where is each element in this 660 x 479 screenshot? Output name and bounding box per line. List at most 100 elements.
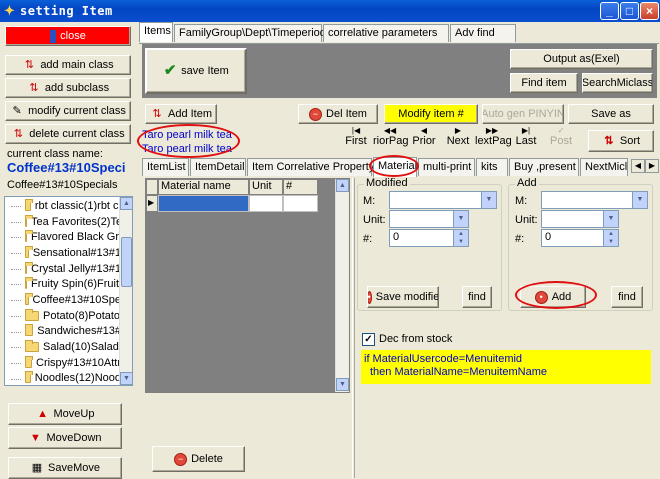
- item-name-primary: Taro pearl milk tea: [142, 129, 232, 141]
- add-item-button[interactable]: ⇅ Add Item: [145, 104, 217, 124]
- close-window-icon[interactable]: ×: [640, 2, 659, 20]
- nav-last[interactable]: ▶| Last: [509, 126, 543, 154]
- modified-find-button[interactable]: find: [462, 286, 492, 308]
- add-main-class-button[interactable]: ⇅ add main class: [5, 55, 131, 75]
- tab-adv-find[interactable]: Adv find: [450, 24, 516, 42]
- tree-item[interactable]: Sandwiches#13#: [5, 324, 121, 340]
- modified-num-input[interactable]: 0 ▲ ▼: [389, 229, 469, 247]
- class-tree[interactable]: rbt classic(1)rbt cl Tea Favorites(2)Te Fl…: [4, 196, 133, 386]
- del-item-button[interactable]: − Del Item: [298, 104, 378, 124]
- tab-next-miclass[interactable]: NextMiclas: [580, 158, 628, 176]
- tab-material[interactable]: Material: [373, 157, 417, 177]
- move-up-button[interactable]: ▲ MoveUp: [8, 403, 122, 425]
- add-main-icon: ⇅: [24, 59, 34, 71]
- save-move-button[interactable]: ▦ SaveMove: [8, 457, 122, 479]
- close-button[interactable]: close: [5, 26, 131, 46]
- nav-next-page[interactable]: ▶▶ lextPag: [475, 126, 512, 154]
- minimize-icon[interactable]: _: [600, 2, 619, 20]
- note-line-2: then MaterialName=MenuitemName: [370, 366, 547, 378]
- record-navigator: |◀ First ◀◀ riorPag ◀ Prior ▶ Next ▶▶ lextPag…: [339, 126, 583, 154]
- move-down-button[interactable]: ▼ MoveDown: [8, 427, 122, 449]
- dec-from-stock-checkbox[interactable]: ✓: [362, 333, 375, 346]
- add-unit-select[interactable]: ▼: [541, 210, 619, 228]
- save-item-button[interactable]: ✔ save Item: [145, 48, 247, 94]
- tree-item[interactable]: Potato(8)Potato: [5, 308, 121, 324]
- find-item-button[interactable]: Find item: [510, 73, 578, 93]
- tab-itemdetail[interactable]: ItemDetail: [190, 158, 246, 176]
- tree-item[interactable]: Crispy#13#10Attr: [5, 355, 121, 371]
- grid-cell[interactable]: [249, 195, 283, 212]
- spin-down-icon[interactable]: ▼: [603, 238, 618, 246]
- tab-kits[interactable]: kits: [476, 158, 508, 176]
- nav-prior[interactable]: ◀ Prior: [407, 126, 441, 154]
- spin-down-icon[interactable]: ▼: [453, 238, 468, 246]
- delete-class-button[interactable]: ⇅ delete current class: [5, 124, 131, 144]
- grid-cell[interactable]: [283, 195, 318, 212]
- sort-button[interactable]: ⇅ Sort: [588, 130, 654, 152]
- tab-scroll-right-icon[interactable]: ▶: [645, 159, 659, 173]
- modified-unit-label: Unit:: [363, 214, 386, 226]
- tab-correlative-property[interactable]: Item Correlative Property:: [247, 158, 377, 176]
- dropdown-arrow-icon[interactable]: ▼: [603, 211, 618, 227]
- folder-icon: [25, 308, 39, 321]
- dropdown-arrow-icon[interactable]: ▼: [453, 211, 468, 227]
- tab-buy-present[interactable]: Buy ,present: [509, 158, 579, 176]
- tree-item-label: Potato(8)Potato: [43, 309, 121, 322]
- tree-item[interactable]: Noodles(12)Nood: [5, 371, 121, 385]
- tab-items[interactable]: Items: [139, 22, 173, 42]
- tree-item[interactable]: Flavored Black Gre: [5, 229, 121, 245]
- add-subclass-button[interactable]: ⇅ add subclass: [5, 78, 131, 98]
- search-miclass-button[interactable]: SearchMiclass: [582, 73, 653, 93]
- modified-m-select[interactable]: ▼: [389, 191, 497, 209]
- tab-correlative[interactable]: correlative parameters: [323, 24, 449, 42]
- grid-scroll-up-icon[interactable]: ▲: [336, 179, 349, 192]
- grid-scroll-down-icon[interactable]: ▼: [336, 378, 349, 391]
- current-class-name: Coffee#13#10Speci: [7, 160, 126, 175]
- arrow-down-icon: ▼: [30, 432, 41, 444]
- add-m-select[interactable]: ▼: [541, 191, 648, 209]
- modified-title: Modified: [364, 177, 410, 189]
- tree-item[interactable]: Salad(10)Salad: [5, 339, 121, 355]
- save-modified-button[interactable]: • Save modifie: [367, 286, 439, 308]
- tree-item[interactable]: Sensational#13#1: [5, 245, 121, 261]
- grid-cell-selected[interactable]: [158, 195, 249, 212]
- tree-item-label: Coffee#13#10Spe: [32, 293, 122, 306]
- tab-itemlist[interactable]: ItemList: [142, 158, 189, 176]
- maximize-icon[interactable]: □: [620, 2, 639, 20]
- add-find-button[interactable]: find: [611, 286, 643, 308]
- tab-scroll-left-icon[interactable]: ◀: [631, 159, 645, 173]
- title-bar: ✦ setting Item _ □ ×: [0, 0, 660, 22]
- modify-item-button[interactable]: Modify item #: [384, 104, 478, 124]
- scroll-up-icon[interactable]: ▲: [120, 197, 132, 210]
- add-button[interactable]: • Add: [520, 286, 586, 308]
- spin-up-icon[interactable]: ▲: [603, 230, 618, 238]
- tree-item[interactable]: Coffee#13#10Spe: [5, 292, 121, 308]
- add-num-input[interactable]: 0 ▲ ▼: [541, 229, 619, 247]
- folder-icon: [25, 230, 33, 243]
- spin-up-icon[interactable]: ▲: [453, 230, 468, 238]
- material-grid[interactable]: Material name Unit # ▶ ▲ ▼: [145, 178, 350, 393]
- tree-item[interactable]: Crystal Jelly#13#1: [5, 261, 121, 277]
- tree-item-label: Crispy#13#10Attr: [36, 356, 121, 369]
- nav-first[interactable]: |◀ First: [339, 126, 373, 154]
- scroll-down-icon[interactable]: ▼: [120, 372, 132, 385]
- nav-prior-page[interactable]: ◀◀ riorPag: [373, 126, 408, 154]
- scroll-thumb[interactable]: [121, 237, 132, 287]
- dropdown-arrow-icon[interactable]: ▼: [481, 192, 496, 208]
- tree-item[interactable]: Tea Favorites(2)Te: [5, 214, 121, 230]
- dropdown-arrow-icon[interactable]: ▼: [632, 192, 647, 208]
- output-excel-button[interactable]: Output as(Exel): [510, 49, 653, 69]
- modified-unit-select[interactable]: ▼: [389, 210, 469, 228]
- nav-next[interactable]: ▶ Next: [441, 126, 475, 154]
- tree-scrollbar[interactable]: ▲ ▼: [119, 197, 132, 385]
- modify-class-button[interactable]: ✎ modify current class: [5, 101, 131, 121]
- delete-button[interactable]: − Delete: [152, 446, 245, 472]
- sort-icon: ⇅: [604, 135, 614, 147]
- save-as-button[interactable]: Save as: [568, 104, 654, 124]
- grid-scrollbar[interactable]: ▲ ▼: [335, 179, 349, 392]
- tree-item[interactable]: Fruity Spin(6)Fruity: [5, 276, 121, 292]
- tab-multi-print[interactable]: multi-print: [418, 158, 475, 176]
- tab-familygroup[interactable]: FamilyGroup\Dept\Timeperiod: [174, 24, 326, 42]
- tree-item[interactable]: rbt classic(1)rbt cl: [5, 198, 121, 214]
- add-icon: •: [534, 290, 548, 304]
